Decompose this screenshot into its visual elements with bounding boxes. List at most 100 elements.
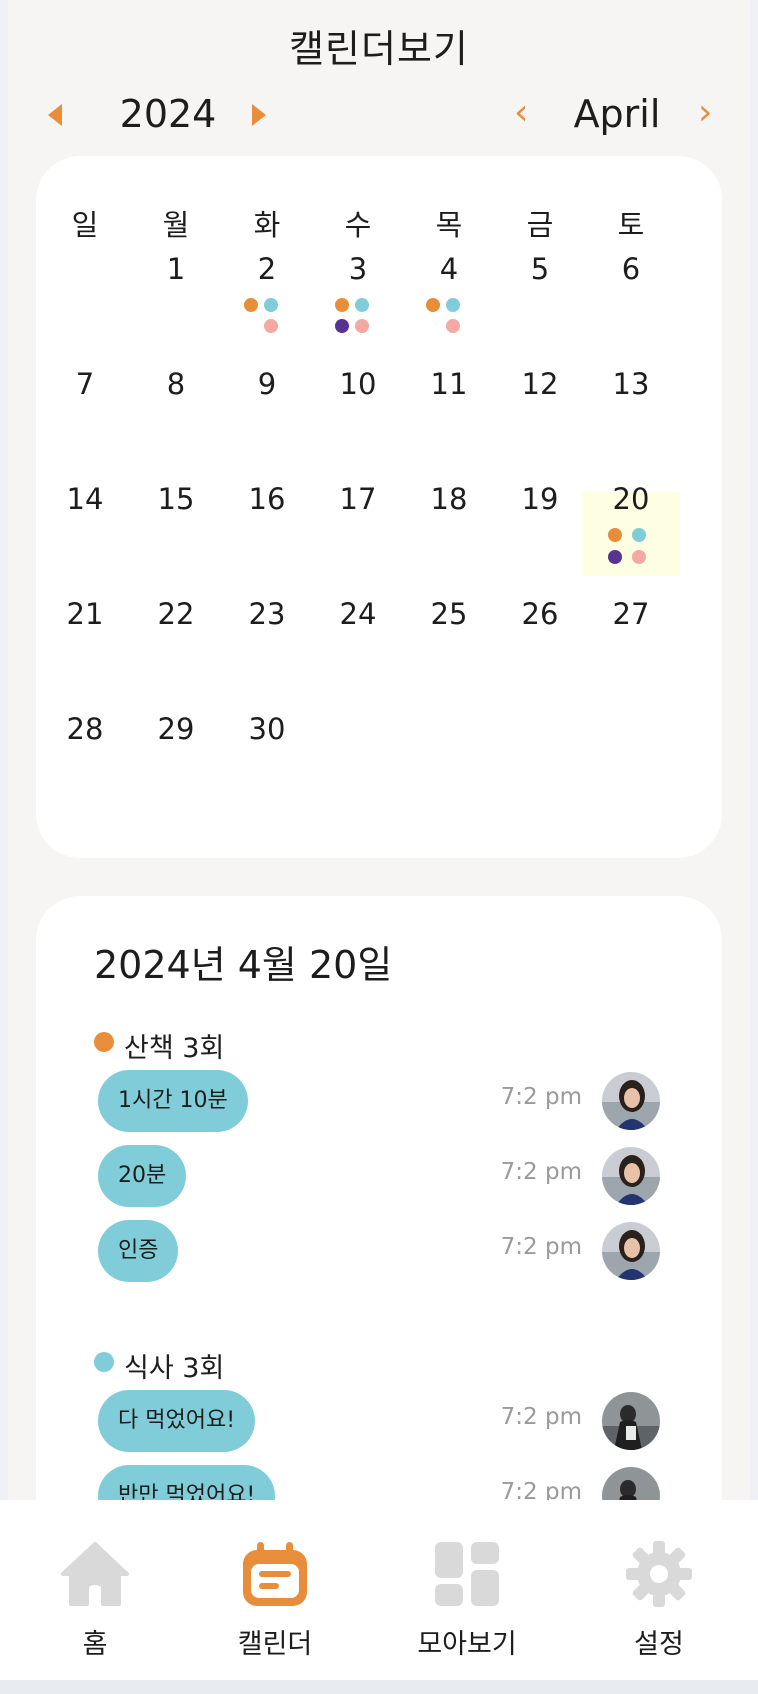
- day-number: 18: [430, 482, 468, 516]
- calendar-day[interactable]: 22: [127, 581, 225, 669]
- calendar-day[interactable]: 14: [36, 466, 134, 554]
- walk-dot: [94, 1032, 114, 1052]
- calendar-day[interactable]: 5: [491, 236, 589, 324]
- entry-pill[interactable]: 20분: [98, 1145, 187, 1207]
- category-label: 산책 3회: [124, 1033, 225, 1064]
- month-label: April: [573, 92, 661, 136]
- page-title: 캘린더보기: [289, 27, 469, 71]
- meal-dot: [94, 1352, 114, 1372]
- calendar-day[interactable]: 1: [127, 236, 225, 324]
- entry-time: 7:2 pm: [500, 1234, 582, 1260]
- avatar[interactable]: [602, 1147, 660, 1205]
- day-number: 20: [612, 482, 650, 516]
- entry-pill[interactable]: 인증: [98, 1220, 179, 1282]
- day-number: 30: [248, 712, 286, 746]
- avatar[interactable]: [602, 1222, 660, 1280]
- tab-home[interactable]: 홈: [0, 1500, 190, 1680]
- date-navigator: 2024 ‹ April ›: [8, 88, 750, 148]
- entry-time: 7:2 pm: [500, 1479, 582, 1500]
- day-number: 24: [339, 597, 377, 631]
- tab-settings[interactable]: 설정: [564, 1500, 754, 1680]
- walk-dot: [426, 298, 440, 312]
- calendar-day[interactable]: 26: [491, 581, 589, 669]
- day-number: 11: [430, 367, 468, 401]
- entry-time: 7:2 pm: [500, 1084, 582, 1110]
- detail-date-title: 2024년 4월 20일: [94, 943, 393, 987]
- calendar-day[interactable]: 15: [127, 466, 225, 554]
- entry-pill[interactable]: 1시간 10분: [98, 1070, 248, 1132]
- next-year-button[interactable]: [252, 104, 266, 126]
- tab-label: 캘린더: [237, 1629, 313, 1660]
- calendar-day[interactable]: 21: [36, 581, 134, 669]
- bottom-tab-bar: 홈 캘린더 모아보기 설정: [0, 1500, 758, 1680]
- calendar-day[interactable]: 27: [582, 581, 680, 669]
- calendar-day[interactable]: 24: [309, 581, 407, 669]
- day-number: 19: [521, 482, 559, 516]
- calendar-day[interactable]: 30: [218, 696, 316, 784]
- calendar-day[interactable]: 29: [127, 696, 225, 784]
- avatar[interactable]: [602, 1072, 660, 1130]
- day-number: 16: [248, 482, 286, 516]
- meal-dot: [264, 298, 278, 312]
- log-entry: 반만 먹었어요! 7:2 pm: [36, 1465, 722, 1500]
- calendar-day[interactable]: 17: [309, 466, 407, 554]
- calendar-day[interactable]: 9: [218, 351, 316, 439]
- calendar-day-selected[interactable]: 20: [582, 482, 680, 576]
- calendar-day[interactable]: 3: [309, 236, 407, 333]
- pink-dot: [355, 319, 369, 333]
- day-number: 9: [257, 367, 277, 401]
- entry-time: 7:2 pm: [500, 1159, 582, 1185]
- calendar-day[interactable]: 2: [218, 236, 316, 333]
- walk-dot: [244, 298, 258, 312]
- day-number: 17: [339, 482, 377, 516]
- calendar-day[interactable]: 28: [36, 696, 134, 784]
- day-number: 25: [430, 597, 468, 631]
- calendar-day[interactable]: 11: [400, 351, 498, 439]
- calendar-day[interactable]: 16: [218, 466, 316, 554]
- calendar-day[interactable]: 7: [36, 351, 134, 439]
- year-label: 2024: [119, 92, 217, 136]
- calendar-day[interactable]: 19: [491, 466, 589, 554]
- meal-dot: [355, 298, 369, 312]
- purple-dot: [608, 550, 622, 564]
- day-number: 26: [521, 597, 559, 631]
- home-icon: [61, 1540, 129, 1608]
- entry-pill[interactable]: 반만 먹었어요!: [98, 1465, 276, 1500]
- calendar-day[interactable]: 13: [582, 351, 680, 439]
- day-number: 28: [66, 712, 104, 746]
- purple-dot: [335, 319, 349, 333]
- tab-collection[interactable]: 모아보기: [372, 1500, 562, 1680]
- pink-dot: [264, 319, 278, 333]
- day-number: 3: [348, 252, 368, 286]
- day-number: 6: [621, 252, 641, 286]
- calendar-day[interactable]: 4: [400, 236, 498, 333]
- next-month-button[interactable]: ›: [698, 92, 712, 133]
- calendar-day[interactable]: 25: [400, 581, 498, 669]
- day-number: 22: [157, 597, 195, 631]
- weekday-sun: 일: [71, 208, 99, 242]
- pink-dot: [632, 550, 646, 564]
- day-number: 10: [339, 367, 377, 401]
- day-number: 27: [612, 597, 650, 631]
- calendar-day[interactable]: 18: [400, 466, 498, 554]
- gear-icon: [625, 1540, 693, 1608]
- walk-dot: [335, 298, 349, 312]
- calendar-day[interactable]: 23: [218, 581, 316, 669]
- avatar[interactable]: [602, 1467, 660, 1500]
- prev-year-button[interactable]: [48, 104, 62, 126]
- day-number: 14: [66, 482, 104, 516]
- calendar-day[interactable]: 12: [491, 351, 589, 439]
- calendar-day[interactable]: 8: [127, 351, 225, 439]
- grid-icon: [433, 1540, 501, 1608]
- entry-pill[interactable]: 다 먹었어요!: [98, 1390, 256, 1452]
- calendar-day[interactable]: 10: [309, 351, 407, 439]
- calendar-day[interactable]: 6: [582, 236, 680, 324]
- app-screen: 캘린더보기 2024 ‹ April › 일 월 화 수 목 금 토 1 2 3: [8, 0, 750, 1500]
- log-entry: 인증 7:2 pm: [36, 1220, 722, 1282]
- day-number: 2: [257, 252, 277, 286]
- day-number: 8: [166, 367, 186, 401]
- avatar[interactable]: [602, 1392, 660, 1450]
- tab-calendar[interactable]: 캘린더: [180, 1500, 370, 1680]
- prev-month-button[interactable]: ‹: [514, 92, 528, 133]
- category-label: 식사 3회: [124, 1353, 225, 1384]
